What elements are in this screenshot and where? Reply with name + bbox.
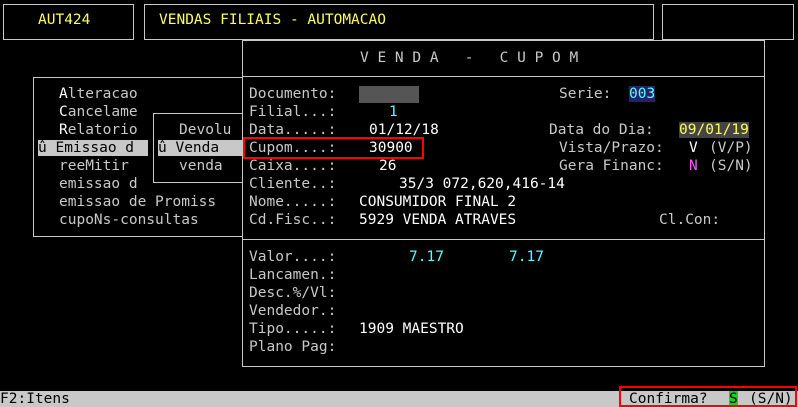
vista-prazo-hint: (V/P) — [709, 140, 753, 156]
label-valor: Valor....: — [249, 249, 337, 265]
cliente-value[interactable]: 35/3 072,620,416-14 — [399, 176, 565, 192]
label-gera-financ: Gera Financ: — [559, 158, 664, 174]
label-vista-prazo: Vista/Prazo: — [559, 140, 664, 156]
gera-financ-value[interactable]: N — [689, 158, 698, 174]
cdfisc-value[interactable]: 5929 VENDA ATRAVES — [359, 212, 516, 228]
nome-value[interactable]: CONSUMIDOR FINAL 2 — [359, 194, 516, 210]
menu-item-relatorio[interactable]: Relatorio — [59, 122, 138, 138]
menu-item-emissao-selected[interactable]: û Emissao d — [38, 140, 148, 156]
header-right-box — [662, 4, 794, 40]
data-dia-value[interactable]: 09/01/19 — [679, 122, 749, 138]
menu-item-emissao-promissoria[interactable]: emissao de Promiss — [59, 194, 216, 210]
menu-item-alteracao[interactable]: Alteracao — [59, 86, 138, 102]
label-caixa: Caixa....: — [249, 158, 337, 174]
label-data-dia: Data do Dia: — [549, 122, 654, 138]
filial-value[interactable]: 1 — [389, 104, 398, 120]
form-divider-top — [242, 76, 765, 77]
menu-item-cupons-consultas[interactable]: cupoNs-consultas — [59, 212, 199, 228]
submenu-item-venda-selected[interactable]: û Venda — [158, 140, 246, 156]
form-title: V E N D A - C U P O M — [360, 50, 579, 66]
label-documento: Documento: — [249, 86, 337, 102]
serie-value[interactable]: 003 — [629, 86, 656, 102]
program-code: AUT424 — [38, 12, 91, 28]
label-plano-pag: Plano Pag: — [249, 339, 337, 355]
menu-item-emissao-d[interactable]: emissao d — [59, 176, 138, 192]
label-cliente: Cliente..: — [249, 176, 337, 192]
label-tipo: Tipo.....: — [249, 321, 337, 337]
menu-item-reemitir[interactable]: reeMitir — [59, 158, 129, 174]
system-title: VENDAS FILIAIS - AUTOMACAO — [159, 12, 386, 28]
label-clcon: Cl.Con: — [659, 212, 721, 228]
valor-value-1[interactable]: 7.17 — [409, 249, 444, 265]
label-nome: Nome.....: — [249, 194, 337, 210]
documento-field[interactable] — [359, 86, 419, 103]
label-filial: Filial...: — [249, 104, 337, 120]
submenu-item-devolucao[interactable]: Devolu — [179, 122, 231, 138]
f2-itens-shortcut[interactable]: F2:Itens — [0, 391, 70, 407]
menu-item-cancelamento[interactable]: Cancelame — [59, 104, 138, 120]
confirm-highlight — [619, 386, 797, 407]
vista-prazo-value[interactable]: V — [689, 140, 698, 156]
label-cdfisc: Cd.Fisc..: — [249, 212, 337, 228]
form-divider-middle — [242, 239, 765, 240]
data-value[interactable]: 01/12/18 — [369, 122, 439, 138]
label-lancamento: Lancamen.: — [249, 267, 337, 283]
label-data: Data.....: — [249, 122, 337, 138]
submenu-item-venda[interactable]: venda — [179, 158, 223, 174]
cupom-highlight — [243, 137, 424, 159]
gera-financ-hint: (S/N) — [709, 158, 753, 174]
caixa-value[interactable]: 26 — [379, 158, 396, 174]
tipo-value[interactable]: 1909 MAESTRO — [359, 321, 464, 337]
valor-value-2[interactable]: 7.17 — [509, 249, 544, 265]
label-desconto: Desc.%/Vl: — [249, 285, 337, 301]
label-vendedor: Vendedor.: — [249, 303, 337, 319]
label-serie: Serie: — [559, 86, 612, 102]
